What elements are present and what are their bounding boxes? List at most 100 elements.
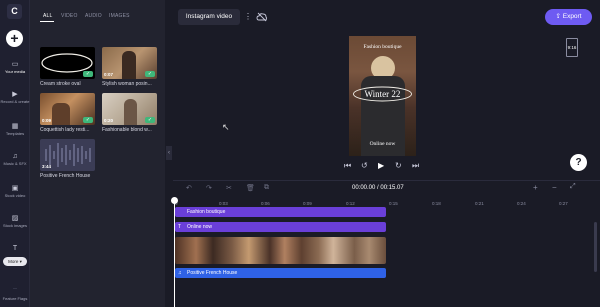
nav-label: Stock video [4,193,26,198]
forward-5-icon[interactable]: ↻ [395,161,402,170]
play-icon[interactable]: ▶ [378,161,384,170]
nav-label: Record & create [0,99,30,104]
nav-stock-images[interactable]: ▨ Stock images [0,214,30,228]
track-label: Online now [187,224,213,230]
text-icon: T [12,245,18,252]
media-thumbnail[interactable]: 0:20 ✓ [102,93,157,125]
audio-track[interactable]: Positive French House [175,268,386,278]
project-menu-icon[interactable]: ⋮ [244,12,252,21]
nav-label: Music & SFX [3,161,27,166]
music-icon: ♫ [12,153,18,160]
active-tab-indicator [40,21,54,22]
more-label: More [8,259,19,264]
templates-icon: ▦ [11,123,19,130]
nav-label: Your media [4,69,26,74]
duration-badge: 0:20 [104,118,114,123]
nav-feature-flags[interactable]: Feature Flags [0,296,30,301]
time-current-text: 00:00.00 [352,185,376,191]
time-tick: 0:15 [389,201,398,206]
left-navigation: C + ▭ Your media ▶ Record & create ▦ Tem… [0,0,30,307]
media-label: Fashionable blond w... [102,127,152,133]
nav-label: Stock images [2,223,27,228]
export-button[interactable]: ⇪ Export [545,9,592,25]
zoom-out-icon[interactable]: − [552,183,557,192]
add-media-button[interactable]: + [6,30,23,47]
folder-icon: ▭ [11,61,19,68]
media-thumbnail[interactable]: 3:44 [40,139,95,171]
video-track[interactable] [175,237,386,264]
media-label: Positive French House [40,173,91,179]
nav-templates[interactable]: ▦ Templates [0,122,30,136]
playhead[interactable] [174,199,175,307]
music-note-icon: ♫ [178,270,182,276]
more-button[interactable]: More ▾ [3,257,27,266]
time-tick: 0:03 [219,201,228,206]
nav-your-media[interactable]: ▭ Your media [0,60,30,74]
time-tick: 0:18 [432,201,441,206]
zoom-in-icon[interactable]: + [533,183,538,192]
time-total-text: 00:15.07 [380,185,404,191]
media-label: Cream stroke oval [40,81,81,87]
text-track-online-now[interactable]: Online now [175,222,386,232]
timeline-scrollbar[interactable] [594,222,597,272]
woman-figure-image [52,103,70,125]
time-tick: 0:27 [559,201,568,206]
time-tick: 0:06 [261,201,270,206]
export-label: Export [562,13,582,20]
rewind-5-icon[interactable]: ↺ [361,161,368,170]
nav-arrow-icon: — [13,285,17,290]
check-icon: ✓ [83,117,93,123]
tab-video[interactable]: VIDEO [61,13,78,19]
media-thumbnail[interactable]: 0:07 ✓ [102,47,157,79]
time-tick: 0:24 [517,201,526,206]
clipchamp-logo: C [7,4,22,19]
project-name-field[interactable]: Instagram video [178,9,240,25]
preview-title: Winter 22 [364,89,401,99]
camera-icon: ▶ [12,91,18,98]
preview-top-text: Fashion boutique [363,44,402,50]
split-icon[interactable]: ✂ [226,184,232,192]
video-preview: Fashion boutique Winter 22 Online now [349,36,416,156]
current-time: 00:00.00 / 00:15.07 [352,185,404,191]
collapse-panel-handle[interactable]: ‹ [166,146,172,160]
time-tick: 0:09 [303,201,312,206]
duration-badge: 0:07 [104,72,114,77]
duplicate-icon[interactable]: ⧉ [264,184,269,192]
media-thumbnail[interactable]: ✓ [40,47,95,79]
tab-audio[interactable]: AUDIO [85,13,102,19]
fit-timeline-icon[interactable]: ⤢ [570,183,576,191]
check-icon: ✓ [145,71,155,77]
track-label: Positive French House [187,270,238,276]
undo-icon[interactable]: ↶ [186,184,192,192]
duration-badge: 3:44 [42,164,52,169]
tab-all[interactable]: ALL [43,13,53,19]
skip-back-icon[interactable]: ⏮ [344,161,351,171]
nav-text[interactable]: T [0,244,30,253]
nav-stock-video[interactable]: ▣ Stock video [0,184,30,198]
redo-icon[interactable]: ↷ [206,184,212,192]
text-icon: T [178,224,182,230]
media-label: Stylish woman posin... [102,81,152,87]
aspect-ratio-button[interactable]: 9:16 [566,38,578,57]
skip-forward-icon[interactable]: ⏭ [412,161,419,171]
preview-bottom-text: Online now [369,141,396,147]
duration-badge: 0:09 [42,118,52,123]
playhead-handle[interactable] [171,197,178,204]
nav-record-create[interactable]: ▶ Record & create [0,90,30,104]
stock-video-icon: ▣ [11,185,19,192]
delete-icon[interactable]: 🗑 [246,184,255,192]
time-tick: 0:21 [475,201,484,206]
mouse-cursor-icon: ↖ [222,122,230,132]
cloud-off-icon [256,12,267,22]
check-icon: ✓ [83,71,93,77]
help-button[interactable]: ? [570,154,587,171]
stock-images-icon: ▨ [11,215,19,222]
woman-figure-image [124,99,137,125]
text-track-fashion-boutique[interactable]: Fashion boutique [175,207,386,217]
tab-images[interactable]: IMAGES [109,13,130,19]
nav-music-sfx[interactable]: ♫ Music & SFX [0,152,30,166]
media-thumbnail[interactable]: 0:09 ✓ [40,93,95,125]
media-label: Coquettish lady resti... [40,127,90,133]
time-tick: 0:12 [346,201,355,206]
nav-label: Templates [5,131,25,136]
